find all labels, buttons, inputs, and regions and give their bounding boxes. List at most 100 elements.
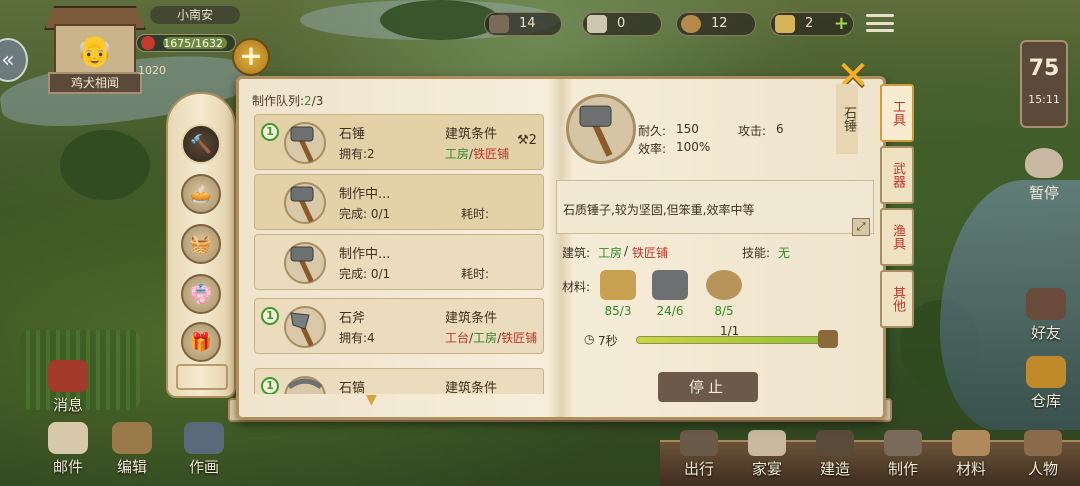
nav-label: 人物 [1027,460,1058,478]
nav-materials[interactable]: 材料 [944,430,998,479]
resource-coin: 12 [676,12,756,36]
building-condition-label: 建筑条件 [445,127,498,142]
item-description: 石质锤子,较为坚固,但笨重,效率中等 [556,180,874,234]
tab-food-icon[interactable]: 🥧 [181,174,221,214]
add-stamina-button[interactable]: + [232,38,270,76]
nav-travel[interactable]: 出行 [672,430,726,479]
paint-icon [184,422,224,454]
menu-icon[interactable] [866,14,894,32]
stop-button[interactable]: 停止 [658,372,758,402]
paint-label: 作画 [188,458,219,476]
nav-characters[interactable]: 人物 [1016,430,1070,479]
queue-title: 制作队列:2/3 [252,92,323,109]
count-value: 2 [528,133,537,148]
item-name: 石锤 [339,127,366,142]
stamina-value: 1675/1632 [163,36,223,50]
resource-value: 14 [519,16,536,31]
stone-hammer-icon [566,94,636,164]
pause-button[interactable]: 暂停 [1012,148,1076,203]
friends-label: 好友 [1030,324,1061,342]
detail-item-name: 石锤 [836,84,858,154]
expand-icon[interactable]: ⤢ [852,218,870,236]
stamina-bar: 1675/1632 [136,34,236,52]
material-count: 8/5 [714,304,734,318]
craft-list: 1 石锤 拥有:2 建筑条件 工房/铁匠铺 ⚒2 制作中... 完成: 0/1 … [250,110,548,394]
mail-button[interactable]: 邮件 [36,422,100,477]
list-item[interactable]: 制作中... 完成: 0/1 耗时: [254,174,544,230]
attack-label: 攻击: [738,124,767,138]
clock-icon: ◷ [584,332,595,346]
building-requirement: 工台/工房/铁匠铺 [445,329,537,346]
craft-icon [884,430,922,456]
friends-icon [1026,288,1066,320]
paint-button[interactable]: 作画 [172,422,236,477]
tab-tools[interactable]: 工具 [880,84,914,142]
nav-craft[interactable]: 制作 [876,430,930,479]
storage-button[interactable]: 仓库 [1014,356,1078,411]
item-owned: 拥有:2 [339,147,375,161]
stone-hammer-icon [284,122,326,164]
list-item[interactable]: 1 石镐 建筑条件 [254,368,544,394]
resource-value: 0 [617,16,626,31]
tab-clothes-icon[interactable]: 👘 [181,274,221,314]
category-tabs: 工具 武器 渔具 其他 [880,84,914,330]
building-b: 铁匠铺 [632,246,669,260]
req-building: 工房 [445,147,470,161]
list-item[interactable]: 1 石锤 拥有:2 建筑条件 工房/铁匠铺 ⚒2 [254,114,544,170]
chevron-down-icon[interactable]: ▼ [366,392,377,408]
skill-value: 无 [778,246,791,260]
day-clock: 75 15:11 [1020,40,1068,128]
req-building: 工台 [445,331,470,345]
stone-pickaxe-icon [284,376,326,394]
nav-banquet[interactable]: 家宴 [740,430,794,479]
req-building: 铁匠铺 [501,331,538,345]
player-portrait-card[interactable]: 👴 鸡犬相闻 [44,4,146,94]
craft-tab-scroll: 🔨 🥧 🧺 👘 🎁 [166,92,236,398]
coin-icon [681,15,701,33]
decor-pattern [176,364,228,390]
material-count: 24/6 [656,304,684,318]
list-item[interactable]: 制作中... 完成: 0/1 耗时: [254,234,544,290]
scroll-message-icon [48,360,88,392]
skill-label: 技能: [742,246,771,260]
resource-value: 2 [805,16,814,31]
clock-time: 15:11 [1028,93,1060,106]
progress-knob-icon [818,330,838,348]
storage-icon [1026,356,1066,388]
list-item[interactable]: 1 石斧 拥有:4 建筑条件 工台/工房/铁匠铺 [254,298,544,354]
craft-duration: 7秒 [598,334,618,348]
craft-progress-bar [636,336,832,344]
coin-count: 1020 [138,64,166,77]
plank-icon[interactable] [600,270,636,300]
day-number: 75 [1028,56,1060,81]
add-ticket-button[interactable]: + [834,13,849,35]
stone-icon[interactable] [652,270,688,300]
tab-tools-icon[interactable]: 🔨 [181,124,221,164]
tab-weapons[interactable]: 武器 [880,146,914,204]
tree-scenery [60,130,150,200]
nav-build[interactable]: 建造 [808,430,862,479]
tab-fishing[interactable]: 渔具 [880,208,914,266]
tab-basket-icon[interactable]: 🧺 [181,224,221,264]
resource-value: 12 [711,16,728,31]
level-badge: 1 [261,123,279,141]
time-label: 耗时: [461,207,490,221]
material-count: 85/3 [604,304,632,318]
nav-label: 建造 [819,460,850,478]
ticket-icon [775,15,795,33]
back-arrow-icon[interactable]: « [0,38,28,82]
messages-label: 消息 [52,396,83,414]
rope-icon[interactable] [706,270,742,300]
building-label: 建筑: [562,246,591,260]
hammer-icon: ⚒ [517,133,529,148]
efficiency-value: 100% [676,140,711,154]
nav-label: 制作 [887,460,918,478]
tab-other[interactable]: 其他 [880,270,914,328]
friends-button[interactable]: 好友 [1014,288,1078,343]
tab-misc-icon[interactable]: 🎁 [181,322,221,362]
building-requirement: 工房/铁匠铺 [445,145,509,162]
edit-button[interactable]: 编辑 [100,422,164,477]
queue-label: 制作队列: [252,94,305,108]
messages-button[interactable]: 消息 [36,360,100,415]
mail-label: 邮件 [52,458,83,476]
